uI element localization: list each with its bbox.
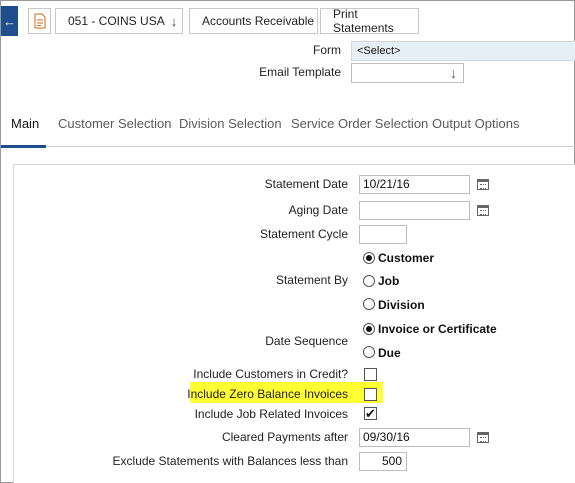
calendar-icon[interactable] [477,179,489,190]
statement-by-division-radio[interactable] [363,298,375,310]
statement-date-label: Statement Date [264,177,348,191]
tab-customer-selection-label: Customer Selection [58,116,172,131]
statement-by-customer-radio[interactable] [363,252,375,264]
date-sequence-due-label: Due [378,346,401,360]
breadcrumb-module[interactable]: Accounts Receivable [189,8,318,34]
tab-main[interactable]: Main [1,104,46,148]
include-zero-balance-invoices-label: Include Zero Balance Invoices [187,387,348,401]
tab-service-order-selection[interactable]: Service Order Selection [291,104,428,147]
tab-service-order-selection-label: Service Order Selection [291,116,429,131]
document-button[interactable] [28,8,51,34]
statement-cycle-label: Statement Cycle [259,227,348,241]
date-sequence-label: Date Sequence [265,334,348,348]
breadcrumb-page-label: Print Statements [333,7,394,35]
aging-date-label: Aging Date [288,203,348,217]
breadcrumb-company[interactable]: 051 - COINS USA ↓ [55,8,183,34]
include-job-related-invoices-checkbox[interactable]: ✔ [364,407,377,420]
statement-by-division-label: Division [378,298,425,312]
calendar-icon[interactable] [477,432,489,443]
cleared-payments-after-label: Cleared Payments after [221,430,348,444]
tab-division-selection[interactable]: Division Selection [179,104,282,147]
breadcrumb: ← 051 - COINS USA ↓ Accounts Receivable … [1,1,575,41]
include-job-related-invoices-label: Include Job Related Invoices [194,407,348,421]
tab-output-options-label: Output Options [432,116,520,131]
chevron-down-icon: ↓ [170,13,178,29]
tab-division-selection-label: Division Selection [179,116,282,131]
statement-by-label: Statement By [275,273,348,287]
exclude-statements-label: Exclude Statements with Balances less th… [112,454,348,468]
tab-output-options[interactable]: Output Options [432,104,519,147]
tab-customer-selection[interactable]: Customer Selection [58,104,171,147]
include-customers-in-credit-label: Include Customers in Credit? [193,367,348,381]
breadcrumb-company-label: 051 - COINS USA [68,14,165,28]
date-sequence-due-radio[interactable] [363,346,375,358]
document-icon [34,13,45,29]
include-customers-in-credit-checkbox[interactable] [364,368,377,381]
breadcrumb-page[interactable]: Print Statements [320,7,419,35]
tab-bar: Main Customer Selection Division Selecti… [1,104,575,148]
statement-cycle-input[interactable] [359,225,407,244]
form-select[interactable]: <Select> [351,41,575,61]
arrow-left-icon: ← [3,13,16,29]
email-template-select[interactable]: ↓ [351,63,464,83]
email-template-label: Email Template [259,65,341,79]
breadcrumb-module-label: Accounts Receivable [202,14,315,28]
statement-date-input[interactable]: 10/21/16 [359,175,470,194]
statement-by-job-radio[interactable] [363,275,375,287]
statement-by-customer-label: Customer [378,251,435,265]
app-window: ← 051 - COINS USA ↓ Accounts Receivable … [0,0,575,483]
date-sequence-invoice-radio[interactable] [363,323,375,335]
include-zero-balance-invoices-checkbox[interactable] [364,388,377,401]
checkmark-icon: ✔ [365,406,376,421]
back-button[interactable]: ← [1,6,18,36]
calendar-icon[interactable] [477,205,489,216]
form-label: Form [313,43,341,57]
chevron-down-icon: ↓ [450,65,457,81]
aging-date-input[interactable] [359,201,470,220]
cleared-payments-after-input[interactable]: 09/30/16 [359,428,470,447]
date-sequence-invoice-label: Invoice or Certificate [378,322,497,336]
exclude-statements-input[interactable]: 500 [359,452,407,471]
statement-by-job-label: Job [378,274,400,288]
tab-main-label: Main [11,116,40,131]
